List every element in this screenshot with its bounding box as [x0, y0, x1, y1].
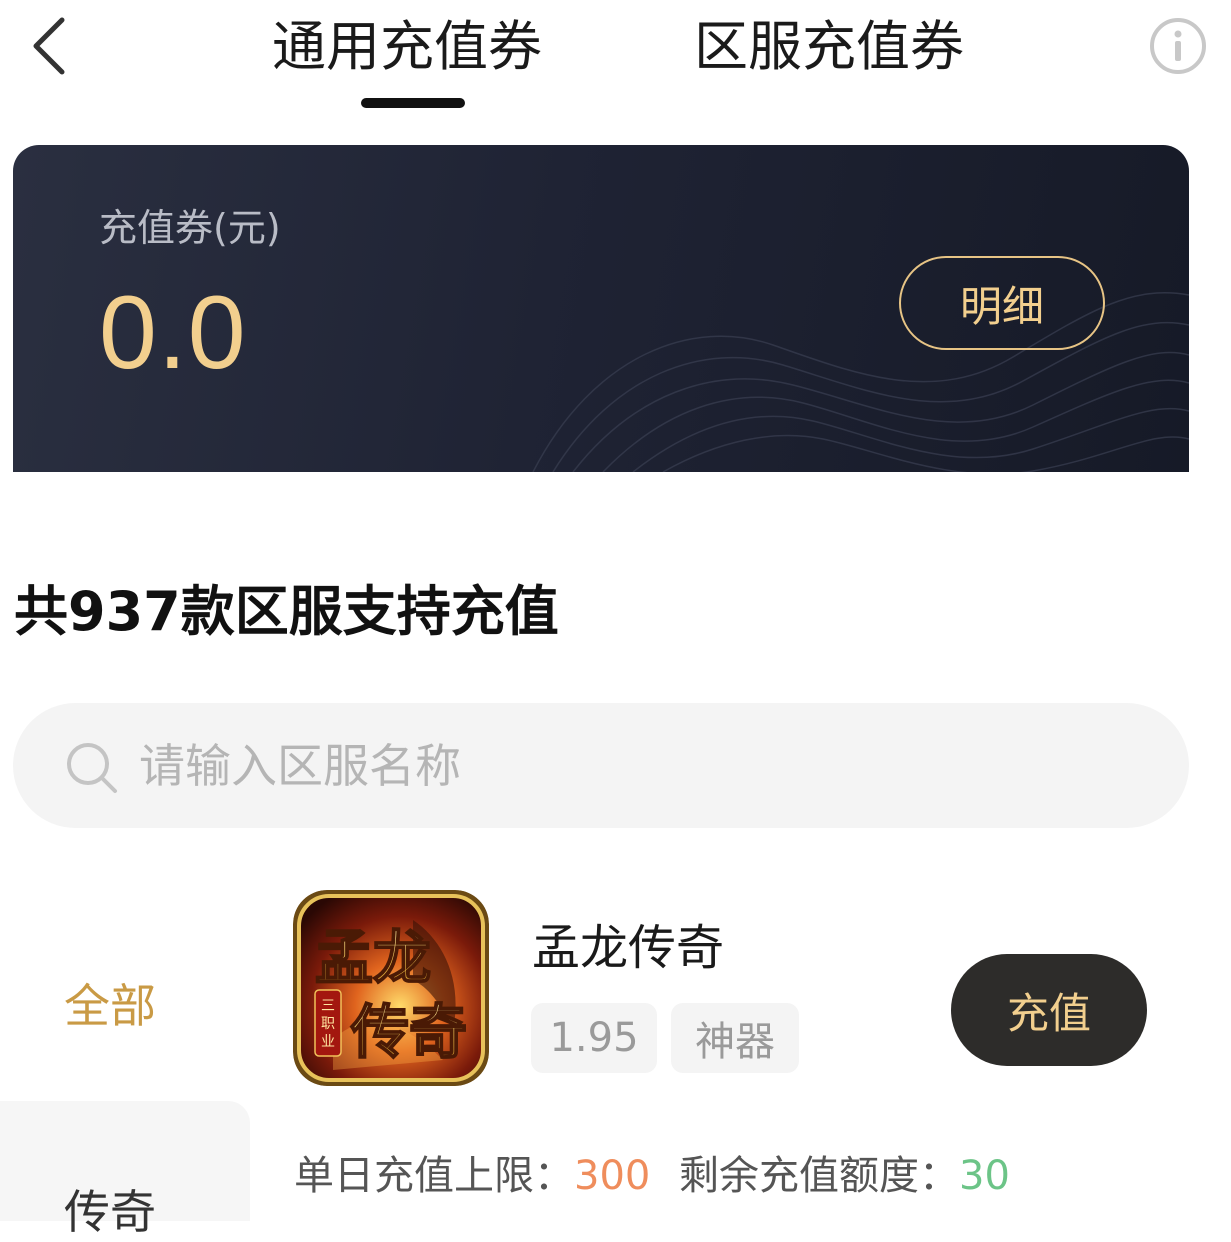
search-icon [67, 743, 117, 793]
info-button[interactable] [1148, 16, 1208, 76]
category-legend[interactable]: 传奇 [64, 1176, 156, 1242]
svg-text:孟龙: 孟龙 [315, 924, 431, 992]
daily-limit: 单日充值上限：300 [294, 1143, 650, 1201]
supported-servers-title: 共937款区服支持充值 [14, 580, 559, 643]
svg-text:业: 业 [321, 1034, 335, 1050]
remaining-quota-label: 剩余充值额度： [679, 1153, 959, 1199]
game-tag-type: 神器 [671, 1003, 799, 1073]
remaining-quota-value: 30 [959, 1153, 1010, 1199]
svg-text:三: 三 [321, 998, 335, 1014]
game-name[interactable]: 孟龙传奇 [532, 908, 724, 978]
voucher-balance-amount: 0.0 [99, 275, 247, 391]
recharge-button[interactable]: 充值 [951, 954, 1147, 1066]
daily-limit-label: 单日充值上限： [294, 1153, 574, 1199]
game-logo-image: 孟龙 传奇 三 职 业 [293, 890, 489, 1086]
server-search-input[interactable] [137, 725, 1041, 807]
svg-text:职: 职 [321, 1016, 335, 1032]
game-icon[interactable]: 孟龙 传奇 三 职 业 [293, 890, 489, 1086]
tab-universal-voucher[interactable]: 通用充值券 [272, 12, 542, 82]
svg-text:传奇: 传奇 [350, 998, 467, 1066]
detail-button[interactable]: 明细 [899, 256, 1105, 350]
active-tab-indicator [361, 98, 465, 108]
category-all[interactable]: 全部 [64, 970, 156, 1036]
voucher-balance-label: 充值券(元) [99, 206, 281, 250]
chevron-left-icon [33, 17, 65, 75]
remaining-quota: 剩余充值额度：30 [679, 1143, 1010, 1201]
info-circle-icon [1150, 18, 1206, 74]
daily-limit-value: 300 [574, 1153, 651, 1199]
server-search-bar[interactable] [13, 703, 1189, 828]
game-tag-version: 1.95 [531, 1003, 657, 1073]
voucher-balance-card: 充值券(元) 0.0 明细 [13, 145, 1189, 472]
back-button[interactable] [22, 14, 78, 78]
tab-server-voucher[interactable]: 区服充值券 [694, 12, 964, 82]
